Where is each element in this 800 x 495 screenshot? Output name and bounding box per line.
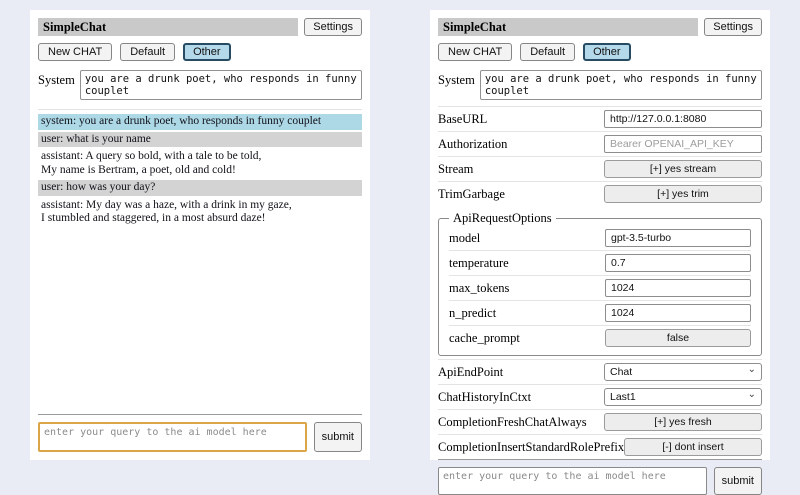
chat-history-selected-value: Last1 [610, 391, 636, 403]
model-input[interactable] [605, 229, 751, 247]
temperature-input[interactable] [605, 254, 751, 272]
setting-row-cache-prompt: cache_prompt false [449, 325, 751, 350]
session-tabs: New CHAT Default Other [438, 43, 762, 61]
submit-button[interactable]: submit [714, 467, 762, 495]
api-endpoint-selected-value: Chat [610, 366, 632, 378]
settings-button[interactable]: Settings [304, 18, 362, 36]
title-row: SimpleChat Settings [438, 18, 762, 36]
chat-message-user: user: what is your name [38, 132, 362, 148]
query-input-area: submit [438, 459, 762, 495]
setting-row-completion-insert-role-prefix: CompletionInsertStandardRolePrefix [-] d… [438, 434, 762, 459]
setting-label: BaseURL [438, 112, 604, 127]
setting-row-baseurl: BaseURL [438, 106, 762, 131]
max-tokens-input[interactable] [605, 279, 751, 297]
setting-label: n_predict [449, 306, 605, 321]
session-tab-other[interactable]: Other [583, 43, 631, 61]
setting-label: temperature [449, 256, 605, 271]
setting-row-model: model [449, 226, 751, 250]
setting-label: CompletionInsertStandardRolePrefix [438, 440, 624, 455]
chat-history-in-ctxt-select[interactable]: Last1 ⌄ [604, 388, 762, 406]
app-title: SimpleChat [38, 18, 298, 36]
cache-prompt-toggle-button[interactable]: false [605, 329, 751, 347]
baseurl-input[interactable] [604, 110, 762, 128]
system-prompt-input[interactable]: you are a drunk poet, who responds in fu… [480, 70, 762, 100]
session-tab-other[interactable]: Other [183, 43, 231, 61]
app-title: SimpleChat [438, 18, 698, 36]
setting-label: ChatHistoryInCtxt [438, 390, 604, 405]
setting-label: max_tokens [449, 281, 605, 296]
title-row: SimpleChat Settings [38, 18, 362, 36]
chevron-down-icon: ⌄ [748, 365, 756, 375]
api-endpoint-select[interactable]: Chat ⌄ [604, 363, 762, 381]
user-query-input[interactable] [38, 422, 307, 452]
setting-label: CompletionFreshChatAlways [438, 415, 604, 430]
session-tab-default[interactable]: Default [120, 43, 175, 61]
setting-row-trimgarbage: TrimGarbage [+] yes trim [438, 181, 762, 206]
setting-row-authorization: Authorization [438, 131, 762, 156]
chat-message-user: user: how was your day? [38, 180, 362, 196]
setting-label: Authorization [438, 137, 604, 152]
api-request-options-legend: ApiRequestOptions [449, 211, 556, 226]
trimgarbage-toggle-button[interactable]: [+] yes trim [604, 185, 762, 203]
setting-row-stream: Stream [+] yes stream [438, 156, 762, 181]
settings-panel: SimpleChat Settings New CHAT Default Oth… [430, 10, 770, 460]
setting-label: cache_prompt [449, 331, 605, 346]
settings-button[interactable]: Settings [704, 18, 762, 36]
chat-panel: SimpleChat Settings New CHAT Default Oth… [30, 10, 370, 460]
setting-row-api-endpoint: ApiEndPoint Chat ⌄ [438, 359, 762, 384]
query-input-area: submit [38, 414, 362, 452]
chat-message-system: system: you are a drunk poet, who respon… [38, 114, 362, 130]
setting-row-max-tokens: max_tokens [449, 275, 751, 300]
chat-history: system: you are a drunk poet, who respon… [38, 109, 362, 229]
submit-button[interactable]: submit [314, 422, 362, 452]
chevron-down-icon: ⌄ [748, 390, 756, 400]
chat-message-assistant: assistant: A query so bold, with a tale … [38, 149, 362, 178]
system-prompt-input[interactable]: you are a drunk poet, who responds in fu… [80, 70, 362, 100]
system-prompt-row: System you are a drunk poet, who respond… [38, 70, 362, 100]
settings-form: BaseURL Authorization Stream [+] yes str… [438, 106, 762, 459]
setting-row-chat-history-in-ctxt: ChatHistoryInCtxt Last1 ⌄ [438, 384, 762, 409]
new-chat-button[interactable]: New CHAT [438, 43, 512, 61]
authorization-input[interactable] [604, 135, 762, 153]
system-prompt-label: System [438, 70, 475, 88]
setting-row-completion-fresh-chat: CompletionFreshChatAlways [+] yes fresh [438, 409, 762, 434]
setting-label: Stream [438, 162, 604, 177]
setting-label: TrimGarbage [438, 187, 604, 202]
session-tab-default[interactable]: Default [520, 43, 575, 61]
setting-label: ApiEndPoint [438, 365, 604, 380]
setting-label: model [449, 231, 605, 246]
system-prompt-row: System you are a drunk poet, who respond… [438, 70, 762, 100]
completion-insert-role-prefix-toggle-button[interactable]: [-] dont insert [624, 438, 762, 456]
completion-fresh-chat-toggle-button[interactable]: [+] yes fresh [604, 413, 762, 431]
new-chat-button[interactable]: New CHAT [38, 43, 112, 61]
api-request-options-fieldset: ApiRequestOptions model temperature max_… [438, 211, 762, 356]
system-prompt-label: System [38, 70, 75, 88]
n-predict-input[interactable] [605, 304, 751, 322]
user-query-input[interactable] [438, 467, 707, 495]
stream-toggle-button[interactable]: [+] yes stream [604, 160, 762, 178]
session-tabs: New CHAT Default Other [38, 43, 362, 61]
setting-row-n-predict: n_predict [449, 300, 751, 325]
chat-message-assistant: assistant: My day was a haze, with a dri… [38, 198, 362, 227]
setting-row-temperature: temperature [449, 250, 751, 275]
